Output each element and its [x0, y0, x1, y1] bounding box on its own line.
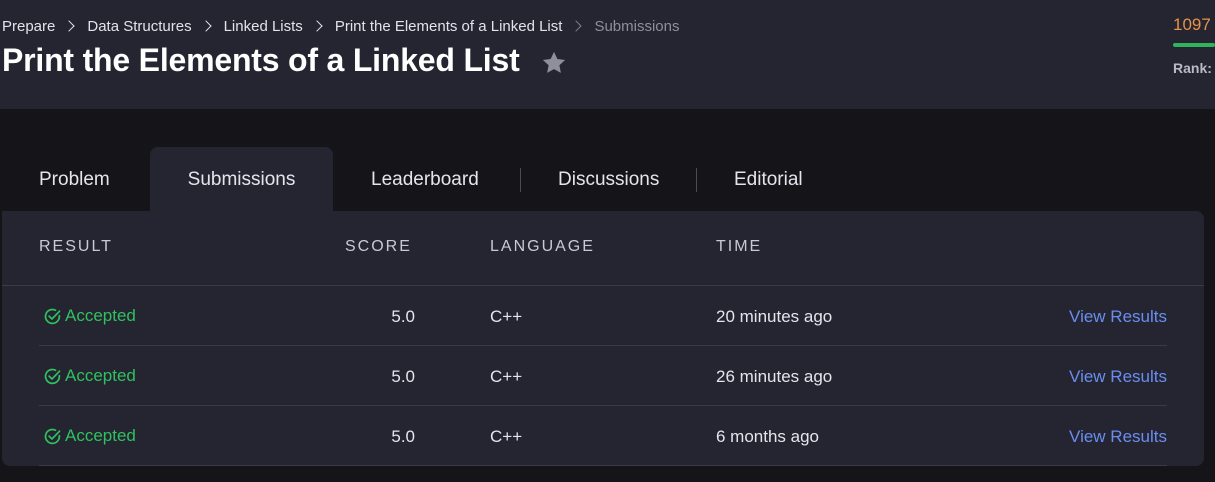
column-header-result: RESULT — [39, 238, 113, 255]
table-row: Accepted 5.0 C++ 20 minutes ago View Res… — [39, 286, 1167, 346]
tab-bar: Problem Submissions Leaderboard Discussi… — [0, 147, 1215, 212]
points-progress-bar — [1173, 43, 1215, 47]
time-cell: 6 months ago — [716, 427, 820, 446]
page-title: Print the Elements of a Linked List — [2, 42, 520, 78]
result-status: Accepted — [65, 306, 136, 325]
column-header-score: SCORE — [345, 238, 412, 255]
time-cell: 20 minutes ago — [716, 307, 833, 326]
score-cell: 5.0 — [391, 307, 415, 326]
language-cell: C++ — [490, 307, 523, 326]
result-status: Accepted — [65, 426, 136, 445]
table-row: Accepted 5.0 C++ 6 months ago View Resul… — [39, 406, 1167, 466]
tab-divider — [520, 168, 521, 192]
page-header: Prepare Data Structures Linked Lists Pri… — [0, 0, 1215, 109]
column-header-language: LANGUAGE — [490, 238, 595, 255]
result-cell: Accepted — [43, 286, 136, 346]
table-row: Accepted 5.0 C++ 26 minutes ago View Res… — [39, 346, 1167, 406]
time-cell: 26 minutes ago — [716, 367, 833, 386]
view-results-link[interactable]: View Results — [1069, 406, 1167, 466]
breadcrumb-submissions: Submissions — [594, 17, 680, 35]
language-cell: C++ — [490, 367, 523, 386]
language-cell: C++ — [490, 427, 523, 446]
tab-editorial[interactable]: Editorial — [734, 147, 803, 212]
result-status: Accepted — [65, 366, 136, 385]
result-cell: Accepted — [43, 346, 136, 406]
tab-discussions[interactable]: Discussions — [558, 147, 659, 212]
view-results-link[interactable]: View Results — [1069, 286, 1167, 346]
tab-submissions[interactable]: Submissions — [150, 147, 333, 212]
check-circle-icon — [44, 368, 61, 384]
row-divider — [39, 465, 1167, 466]
chevron-right-icon — [311, 20, 323, 32]
star-icon[interactable] — [540, 49, 568, 77]
points-value: 1097 — [1173, 15, 1211, 34]
tab-divider — [696, 168, 697, 192]
breadcrumb-prepare[interactable]: Prepare — [2, 18, 55, 35]
submissions-table: RESULT SCORE LANGUAGE TIME Accepted 5.0 … — [2, 211, 1204, 466]
breadcrumb-data-structures[interactable]: Data Structures — [87, 18, 191, 35]
check-circle-icon — [44, 428, 61, 444]
rank-label: Rank: — [1173, 60, 1212, 76]
check-circle-icon — [44, 308, 61, 324]
chevron-right-icon — [63, 20, 76, 32]
chevron-right-icon — [199, 20, 212, 32]
result-cell: Accepted — [43, 406, 136, 466]
breadcrumb-challenge[interactable]: Print the Elements of a Linked List — [335, 18, 563, 35]
tab-leaderboard[interactable]: Leaderboard — [371, 147, 479, 212]
chevron-right-icon — [570, 20, 583, 32]
score-cell: 5.0 — [391, 367, 415, 386]
view-results-link[interactable]: View Results — [1069, 346, 1167, 406]
breadcrumb-linked-lists[interactable]: Linked Lists — [224, 18, 303, 35]
column-header-time: TIME — [716, 238, 763, 255]
score-cell: 5.0 — [391, 427, 415, 446]
tab-problem[interactable]: Problem — [39, 147, 110, 212]
breadcrumb: Prepare Data Structures Linked Lists Pri… — [2, 16, 679, 36]
